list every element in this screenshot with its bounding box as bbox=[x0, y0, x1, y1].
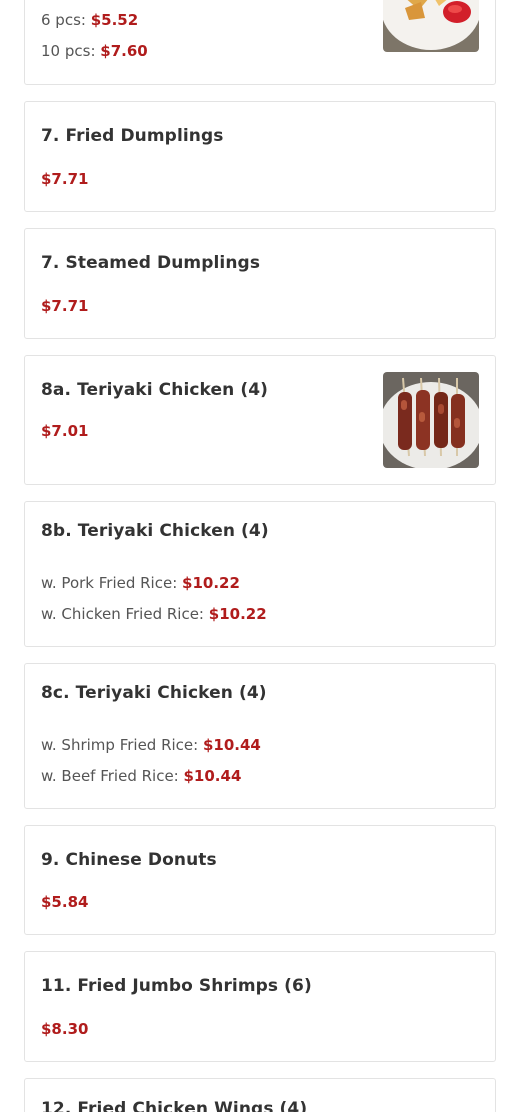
menu-item-card[interactable]: 6 pcs: $5.52 10 pcs: $7.60 bbox=[24, 0, 496, 85]
price-value: $10.22 bbox=[208, 605, 267, 623]
item-title: 12. Fried Chicken Wings (4) bbox=[41, 1099, 308, 1112]
price-value: $10.44 bbox=[202, 736, 261, 754]
price-option[interactable]: w. Beef Fried Rice: $10.44 bbox=[41, 767, 241, 785]
price-label: w. Pork Fried Rice: bbox=[41, 574, 183, 592]
menu-item-card[interactable]: 8b. Teriyaki Chicken (4) w. Pork Fried R… bbox=[24, 501, 496, 647]
price-value: $7.71 bbox=[41, 297, 89, 315]
price-option: $7.01 bbox=[41, 422, 88, 440]
price-option: $7.71 bbox=[41, 297, 88, 315]
price-value: $8.30 bbox=[41, 1020, 89, 1038]
price-value: $7.71 bbox=[41, 170, 89, 188]
item-title: 7. Fried Dumplings bbox=[41, 126, 224, 146]
price-value: $10.22 bbox=[182, 574, 240, 592]
menu-item-card[interactable]: 11. Fried Jumbo Shrimps (6) $8.30 bbox=[24, 951, 496, 1062]
price-value: $10.44 bbox=[183, 767, 242, 785]
menu-item-card[interactable]: 7. Fried Dumplings $7.71 bbox=[24, 101, 496, 212]
price-label: w. Beef Fried Rice: bbox=[41, 767, 184, 785]
price-option: $7.71 bbox=[41, 170, 88, 188]
price-option[interactable]: w. Chicken Fried Rice: $10.22 bbox=[41, 605, 267, 623]
item-title: 7. Steamed Dumplings bbox=[41, 253, 261, 273]
price-label: w. Shrimp Fried Rice: bbox=[41, 736, 203, 754]
price-label: 10 pcs: bbox=[41, 42, 101, 60]
menu-item-card[interactable]: 8c. Teriyaki Chicken (4) w. Shrimp Fried… bbox=[24, 663, 496, 809]
price-option: 10 pcs: $7.60 bbox=[41, 42, 148, 60]
item-title: 8a. Teriyaki Chicken (4) bbox=[41, 380, 269, 400]
menu-item-card[interactable]: 9. Chinese Donuts $5.84 bbox=[24, 825, 496, 935]
price-value: $5.52 bbox=[90, 11, 139, 29]
menu-item-card[interactable]: 8a. Teriyaki Chicken (4) $7.01 bbox=[24, 355, 496, 485]
price-value: $7.01 bbox=[41, 422, 89, 440]
price-label: 6 pcs: bbox=[41, 11, 91, 29]
fried-wontons-photo[interactable] bbox=[383, 0, 479, 52]
item-title: 11. Fried Jumbo Shrimps (6) bbox=[41, 976, 312, 996]
item-title: 8b. Teriyaki Chicken (4) bbox=[41, 521, 269, 541]
price-label: w. Chicken Fried Rice: bbox=[41, 605, 209, 623]
item-title: 8c. Teriyaki Chicken (4) bbox=[41, 683, 267, 703]
menu-item-card[interactable]: 12. Fried Chicken Wings (4) bbox=[24, 1078, 496, 1112]
price-option: 6 pcs: $5.52 bbox=[41, 11, 138, 29]
menu-list: 6 pcs: $5.52 10 pcs: $7.60 7. Fried Dump… bbox=[0, 0, 525, 1112]
price-option[interactable]: w. Shrimp Fried Rice: $10.44 bbox=[41, 736, 261, 754]
teriyaki-chicken-skewers-photo[interactable] bbox=[383, 372, 479, 468]
item-title: 9. Chinese Donuts bbox=[41, 850, 217, 870]
price-value: $7.60 bbox=[100, 42, 148, 60]
menu-item-card[interactable]: 7. Steamed Dumplings $7.71 bbox=[24, 228, 496, 339]
price-option: $8.30 bbox=[41, 1020, 88, 1038]
price-option[interactable]: w. Pork Fried Rice: $10.22 bbox=[41, 574, 240, 592]
price-option: $5.84 bbox=[41, 893, 88, 911]
price-value: $5.84 bbox=[41, 893, 89, 911]
